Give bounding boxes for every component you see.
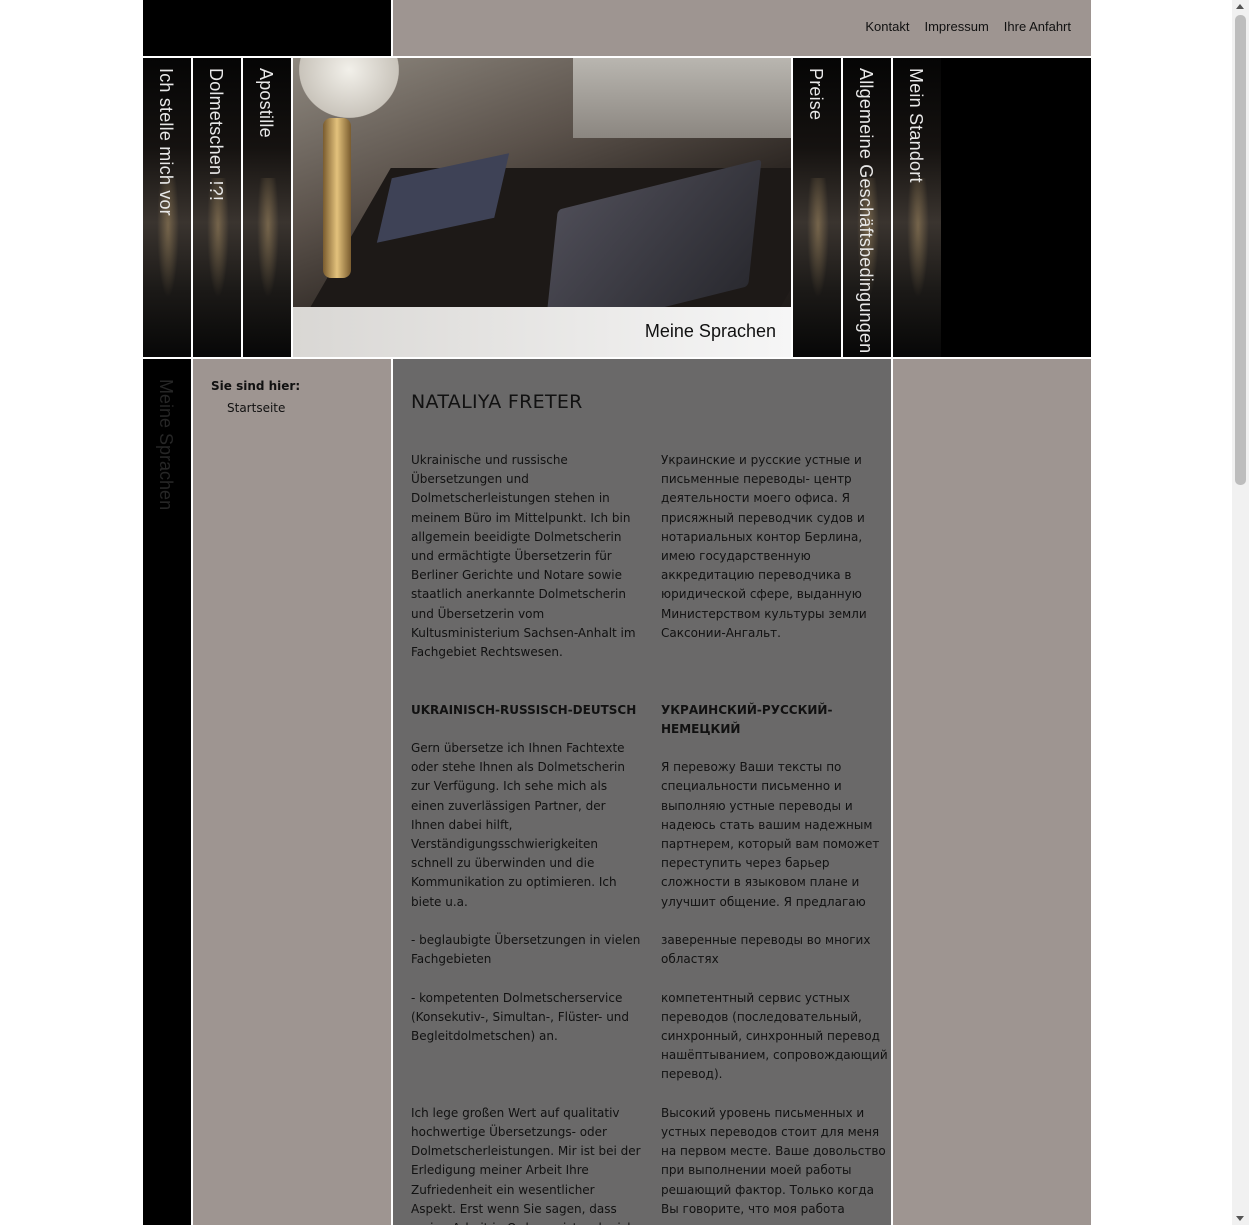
header-right-block — [941, 58, 1091, 357]
nav-tab-label: Dolmetschen !?! — [206, 68, 226, 202]
left-strip: Meine Sprachen — [143, 359, 191, 1225]
nav-tab-apostille[interactable]: Apostille — [243, 58, 291, 357]
hero-caption: Meine Sprachen — [644, 321, 776, 341]
scroll-up-arrow-icon[interactable] — [1236, 4, 1244, 9]
nav-tab-mein-standort[interactable]: Mein Standort — [893, 58, 941, 357]
right-panel — [893, 359, 1091, 1225]
ghost-label: Meine Sprachen — [156, 379, 176, 511]
breadcrumb-label: Sie sind hier: — [211, 379, 301, 393]
russian-column: Украинские и русские устные и письменные… — [661, 451, 891, 1225]
paragraph-de-1: Gern übersetze ich Ihnen Fachtexte oder … — [411, 741, 625, 909]
nav-tab-label: Apostille — [256, 68, 276, 138]
page: Kontakt Impressum Ihre Anfahrt Ich stell… — [143, 0, 1091, 1225]
page-title: NATALIYA FRETER — [411, 391, 583, 413]
german-column: Ukrainische und russische Übersetzungen … — [411, 451, 643, 1225]
hero-caption-bar: Meine Sprachen — [293, 307, 791, 357]
hero-image: Meine Sprachen — [293, 58, 791, 357]
top-navigation: Kontakt Impressum Ihre Anfahrt — [393, 0, 1091, 56]
scroll-down-arrow-icon[interactable] — [1236, 1216, 1244, 1221]
nav-tab-agb[interactable]: Allgemeine Geschäftsbedingungen — [843, 58, 891, 357]
paragraph-de-4: Ich lege großen Wert auf qualitativ hoch… — [411, 1105, 641, 1225]
logo-area — [143, 0, 391, 56]
intro-ru: Украинские и русские устные и письменные… — [661, 453, 867, 640]
scrollbar-thumb[interactable] — [1235, 15, 1246, 485]
nav-link-impressum[interactable]: Impressum — [924, 19, 988, 34]
hero-lampshade — [299, 58, 399, 118]
nav-link-anfahrt[interactable]: Ihre Anfahrt — [1004, 19, 1071, 34]
main-content: NATALIYA FRETER Ukrainische und russisch… — [393, 359, 891, 1225]
intro-de: Ukrainische und russische Übersetzungen … — [411, 453, 636, 660]
hero-lamp-base — [323, 118, 351, 278]
breadcrumb-link-startseite[interactable]: Startseite — [227, 401, 285, 415]
nav-tab-label: Allgemeine Geschäftsbedingungen — [856, 68, 876, 354]
paragraph-ru-2: заверенные переводы во многих областях — [661, 933, 871, 967]
paragraph-ru-3: компетентный сервис устных переводов (по… — [661, 990, 888, 1082]
heading-ru: УКРАИНСКИЙ-РУССКИЙ-НЕМЕЦКИЙ — [661, 702, 833, 736]
paragraph-de-2: - beglaubigte Übersetzungen in vielen Fa… — [411, 933, 641, 967]
nav-tab-label: Mein Standort — [906, 68, 926, 183]
nav-tab-ich-stelle-mich-vor[interactable]: Ich stelle mich vor — [143, 58, 191, 357]
breadcrumb: Sie sind hier: Startseite — [193, 359, 391, 1225]
nav-tab-dolmetschen[interactable]: Dolmetschen !?! — [193, 58, 241, 357]
hero-window — [573, 58, 791, 138]
paragraph-ru-1: Я перевожу Ваши тексты по специальности … — [661, 760, 880, 909]
heading-de: UKRAINISCH-RUSSISCH-DEUTSCH — [411, 702, 637, 717]
nav-link-kontakt[interactable]: Kontakt — [865, 19, 909, 34]
paragraph-de-3: - kompetenten Dolmetscherservice (Konsek… — [411, 990, 630, 1044]
nav-tab-label: Ich stelle mich vor — [156, 68, 176, 216]
nav-tab-label: Preise — [806, 68, 826, 121]
page-scrollbar[interactable] — [1232, 0, 1249, 1225]
paragraph-ru-4: Высокий уровень письменных и устных пере… — [661, 1105, 886, 1225]
nav-tab-preise[interactable]: Preise — [793, 58, 841, 357]
